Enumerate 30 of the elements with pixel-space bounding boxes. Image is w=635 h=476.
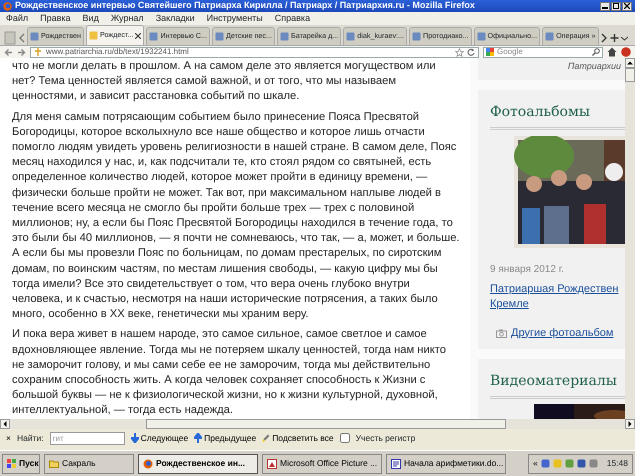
taskbar-button[interactable]: Начала арифметики.do... bbox=[386, 454, 506, 474]
menu-item[interactable]: Правка bbox=[40, 12, 71, 26]
menu-item[interactable]: Инструменты bbox=[206, 12, 263, 26]
menu-item[interactable]: Справка bbox=[274, 12, 310, 26]
menu-item[interactable]: Файл bbox=[6, 12, 28, 26]
highlight-button[interactable]: Подсветить все bbox=[262, 432, 334, 444]
paragraph: Для меня самым потрясающим событием было принесение Пояса Пресвятой Богородицы, которое всколыхнуло все наше общество и которое лишь отчасти помогло людям увидеть уровень религиозности в нашей стране. В самом деле, Пояс месяц находился у нас, и, как подсчитали те, кто стоял рядом со святыней, есть определенное количество людей, которое может пройти в единицу времени, — физически больше пройти не может. Так вот, при максимальном наплыве людей в течение всего месяца не смогло бы пройти больше трех — трех с половиной миллионов; ну, а если бы Пояс Пресвятой Богородицы находился в течение года, то это были бы 40 миллионов, — я почти не сомневаюсь, что так, — а, может, и больше. А если бы мы провезли Пояс по больницам, по домам престарелых, по сиротским домам, по воинским частям, по местам лишения свободы, — какую цифру мы бы тогда имели? Все это свидетельствует о том, что вера очень глубоко внутри человека, и к счастью, несмотря на наши исторические потрясения, а таких было много, особенно в XX веке, генетически мы храним веру. bbox=[12, 110, 461, 322]
taskbar-button[interactable]: Microsoft Office Picture ... bbox=[262, 454, 382, 474]
paragraph: что не могли делать в прошлом. А на самом деле это является могуществом или нет? Тема ценностей является самой важной, и от того, что мы называем ценностями, и зависит расстановка событий по шкале. bbox=[12, 59, 437, 104]
paragraph: И пока вера живет в нашем народе, это самое сильное, самое светлое и самое вдохновляющее явление. Тогда мы не потеряем шкалу ценностей, тогда нам никто не заморочит голову, и мы сами себе ее не заморочим, тогда мы действительно сохраним способность жить. А когда человек сохраняет способность к Жизни с большой буквы — не к физиологической жизни, но к жизни культурной, духовной, интеллектуальной, — тогда есть надежда. bbox=[12, 327, 447, 418]
taskbar-button[interactable]: Рождественское ин... bbox=[138, 454, 258, 474]
date: 9 января 2012 г. bbox=[490, 262, 565, 276]
clock: 15:48 bbox=[606, 457, 628, 470]
search-field[interactable]: Google bbox=[483, 46, 603, 58]
tray-expand-button[interactable]: « bbox=[532, 457, 538, 470]
find-label: Найти: bbox=[16, 432, 44, 444]
more-albums-link[interactable]: Другие фотоальбом bbox=[511, 326, 614, 340]
album-link[interactable]: Патриаршая Рождествен Кремле bbox=[490, 282, 625, 312]
address-field[interactable]: www.patriarchia.ru/db/text/1932241.html bbox=[30, 46, 479, 58]
next-button[interactable]: Следующее bbox=[130, 432, 188, 444]
checkbox-label: Учесть регистр bbox=[356, 432, 416, 444]
previous-button[interactable]: Предыдущее bbox=[194, 432, 256, 444]
taskbar-button[interactable]: Сакраль bbox=[44, 454, 134, 474]
window-title: Рождественское интервью Святейшего Патриарха Кирилла / Патриарх / Патриархия.ru - Mozilla Firefox bbox=[15, 0, 475, 12]
menu-item[interactable]: Закладки bbox=[156, 12, 195, 26]
start-button[interactable]: Пуск bbox=[2, 454, 40, 474]
menu-item[interactable]: Журнал bbox=[110, 12, 144, 26]
caption: Патриархии bbox=[568, 61, 621, 71]
menu-item[interactable]: Вид bbox=[82, 12, 99, 26]
close-button[interactable]: × bbox=[6, 432, 11, 444]
